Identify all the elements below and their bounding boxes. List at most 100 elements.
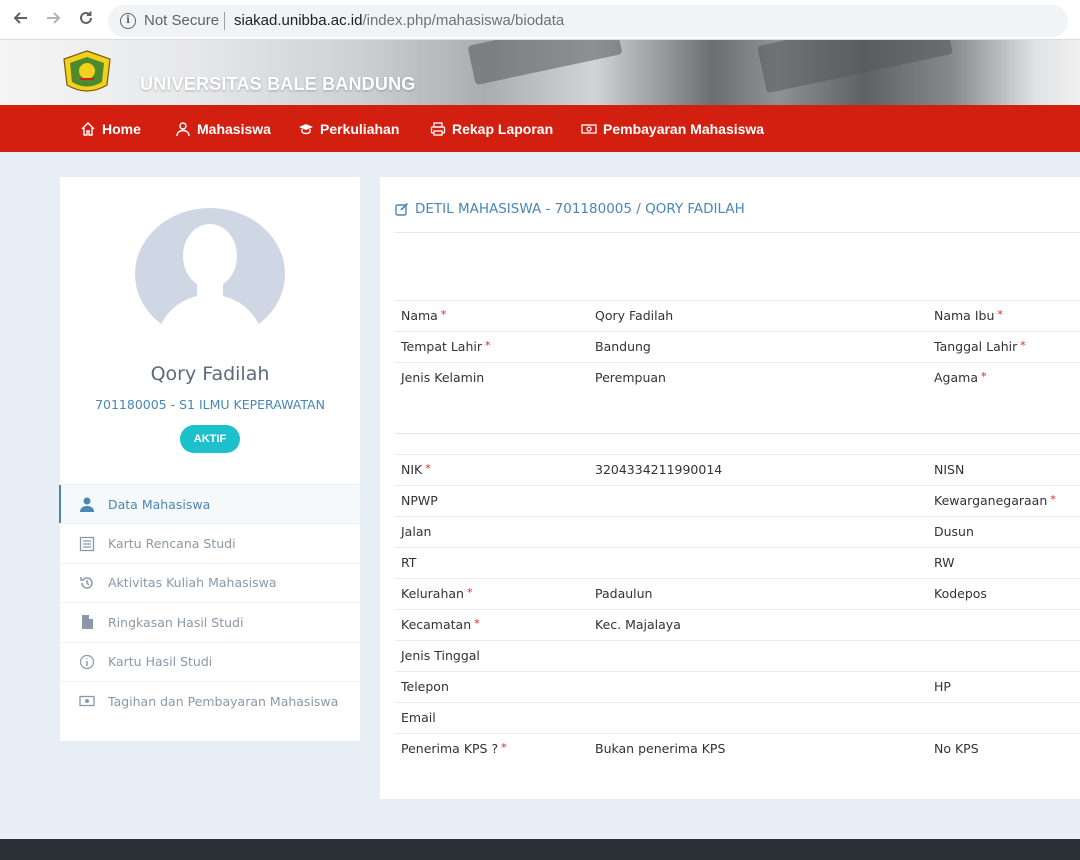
sidebar-item-label: Kartu Rencana Studi	[108, 536, 236, 552]
field-value: Bandung	[595, 339, 651, 354]
field-label: Nama *	[401, 308, 447, 323]
field-label: Agama *	[934, 370, 987, 385]
field-value: Kec. Majalaya	[595, 617, 681, 632]
field-value: Perempuan	[595, 370, 666, 385]
nav-item-home[interactable]: Home	[80, 105, 141, 152]
field-label	[934, 710, 937, 725]
field-label: Kelurahan *	[401, 586, 473, 601]
user-silhouette-icon	[155, 224, 265, 340]
detail-row-nik: NIK * 3204334211990014 NISN	[395, 454, 1080, 485]
reload-icon[interactable]	[75, 9, 97, 31]
nav-item-label: Rekap Laporan	[452, 120, 554, 137]
panel-title-text: DETIL MAHASISWA - 701180005 / QORY FADIL…	[415, 201, 745, 217]
detail-row-jalan: Jalan Dusun	[395, 516, 1080, 547]
sidebar-item-kartu-rencana-studi[interactable]: Kartu Rencana Studi	[60, 523, 360, 562]
field-label: Tanggal Lahir *	[934, 339, 1026, 354]
profile-sidebar: Qory Fadilah 701180005 - S1 ILMU KEPERAW…	[59, 177, 360, 741]
nav-item-label: Mahasiswa	[197, 120, 271, 137]
detail-row-telepon: Telepon HP	[395, 671, 1080, 702]
detail-row-tempat-lahir: Tempat Lahir * Bandung Tanggal Lahir *	[395, 331, 1080, 362]
nav-item-label: Pembayaran Mahasiswa	[603, 120, 765, 137]
url-path: /index.php/mahasiswa/biodata	[362, 12, 565, 29]
avatar	[135, 208, 285, 340]
home-icon	[81, 121, 95, 136]
panel-title: DETIL MAHASISWA - 701180005 / QORY FADIL…	[395, 201, 745, 217]
url-text[interactable]: siakad.unibba.ac.id/index.php/mahasiswa/…	[234, 12, 564, 29]
security-label: Not Secure	[144, 12, 220, 29]
nav-item-rekap-laporan[interactable]: Rekap Laporan	[430, 105, 553, 152]
field-label: Dusun	[934, 524, 974, 539]
browser-toolbar: i Not Secure siakad.unibba.ac.id/index.p…	[0, 0, 1080, 40]
file-icon	[78, 613, 96, 631]
field-value: 3204334211990014	[595, 462, 723, 477]
detail-row-nama: Nama * Qory Fadilah Nama Ibu *	[395, 300, 1080, 331]
profile-name: Qory Fadilah	[150, 363, 270, 385]
field-label: No KPS	[934, 741, 979, 756]
field-value: Bukan penerima KPS	[595, 741, 726, 756]
field-label: HP	[934, 679, 951, 694]
user-icon	[176, 121, 190, 136]
field-label: RW	[934, 555, 955, 570]
field-label: RT	[401, 555, 417, 570]
field-label: Telepon	[401, 679, 449, 694]
detail-row-jenis-tinggal: Jenis Tinggal	[395, 640, 1080, 671]
sidebar-item-data-mahasiswa[interactable]: Data Mahasiswa	[59, 484, 360, 524]
banner-overlay	[0, 40, 1080, 105]
university-name[interactable]: UNIVERSITAS BALE BANDUNG	[140, 74, 415, 95]
field-label: Kodepos	[934, 586, 987, 601]
title-divider	[395, 232, 1080, 233]
detail-row-rt: RT RW	[395, 547, 1080, 578]
graduation-cap-icon	[299, 123, 313, 134]
detail-row-jenis-kelamin: Jenis Kelamin Perempuan Agama *	[395, 362, 1080, 393]
info-icon	[78, 653, 96, 671]
nav-item-label: Perkuliahan	[320, 120, 400, 137]
section-divider	[395, 433, 1080, 434]
back-arrow-icon[interactable]	[10, 9, 32, 31]
field-label: Kewarganegaraan *	[934, 493, 1056, 508]
nav-item-label: Home	[102, 120, 141, 137]
detail-row-email: Email	[395, 702, 1080, 733]
user-icon	[78, 495, 96, 513]
field-label: NPWP	[401, 493, 438, 508]
profile-id-program: 701180005 - S1 ILMU KEPERAWATAN	[95, 397, 325, 412]
sidebar-item-ringkasan-hasil-studi[interactable]: Ringkasan Hasil Studi	[60, 602, 360, 641]
edit-icon	[395, 202, 409, 216]
status-badge: AKTIF	[180, 425, 240, 453]
detail-row-penerima-kps: Penerima KPS ? * Bukan penerima KPS No KP…	[395, 733, 1080, 764]
student-detail-panel: DETIL MAHASISWA - 701180005 / QORY FADIL…	[380, 177, 1080, 799]
field-label	[934, 617, 937, 632]
sidebar-item-label: Data Mahasiswa	[108, 496, 211, 512]
printer-icon	[430, 121, 446, 136]
address-bar[interactable]: i Not Secure siakad.unibba.ac.id/index.p…	[108, 5, 1068, 37]
page-footer	[0, 839, 1080, 860]
main-navbar: Home Mahasiswa Perkuliahan Rekap Laporan…	[0, 105, 1080, 152]
info-icon[interactable]: i	[120, 13, 136, 29]
sidebar-item-label: Ringkasan Hasil Studi	[108, 614, 244, 630]
url-divider	[224, 12, 225, 30]
field-label: Penerima KPS ? *	[401, 741, 507, 756]
nav-item-mahasiswa[interactable]: Mahasiswa	[175, 105, 271, 152]
field-label: Kecamatan *	[401, 617, 480, 632]
money-icon	[581, 123, 597, 134]
detail-row-kelurahan: Kelurahan * Padaulun Kodepos	[395, 578, 1080, 609]
money-icon	[78, 692, 96, 710]
field-label: Jalan	[401, 524, 432, 539]
sidebar-item-aktivitas-kuliah[interactable]: Aktivitas Kuliah Mahasiswa	[60, 562, 360, 602]
site-banner: UNIVERSITAS BALE BANDUNG	[0, 40, 1080, 105]
field-label: Tempat Lahir *	[401, 339, 491, 354]
sidebar-item-tagihan-pembayaran[interactable]: Tagihan dan Pembayaran Mahasiswa	[60, 680, 360, 720]
field-label: Jenis Tinggal	[401, 648, 480, 663]
university-logo[interactable]	[60, 49, 114, 97]
history-icon	[78, 574, 96, 592]
sidebar-item-kartu-hasil-studi[interactable]: Kartu Hasil Studi	[60, 641, 360, 681]
nav-item-perkuliahan[interactable]: Perkuliahan	[298, 105, 399, 152]
field-label: NISN	[934, 462, 965, 477]
field-value: Padaulun	[595, 586, 653, 601]
field-label: NIK *	[401, 462, 431, 477]
list-icon	[78, 535, 96, 553]
detail-row-kecamatan: Kecamatan * Kec. Majalaya	[395, 609, 1080, 640]
detail-row-npwp: NPWP Kewarganegaraan *	[395, 485, 1080, 516]
sidebar-item-label: Kartu Hasil Studi	[108, 654, 213, 670]
forward-arrow-icon[interactable]	[42, 9, 64, 31]
nav-item-pembayaran-mahasiswa[interactable]: Pembayaran Mahasiswa	[581, 105, 764, 152]
